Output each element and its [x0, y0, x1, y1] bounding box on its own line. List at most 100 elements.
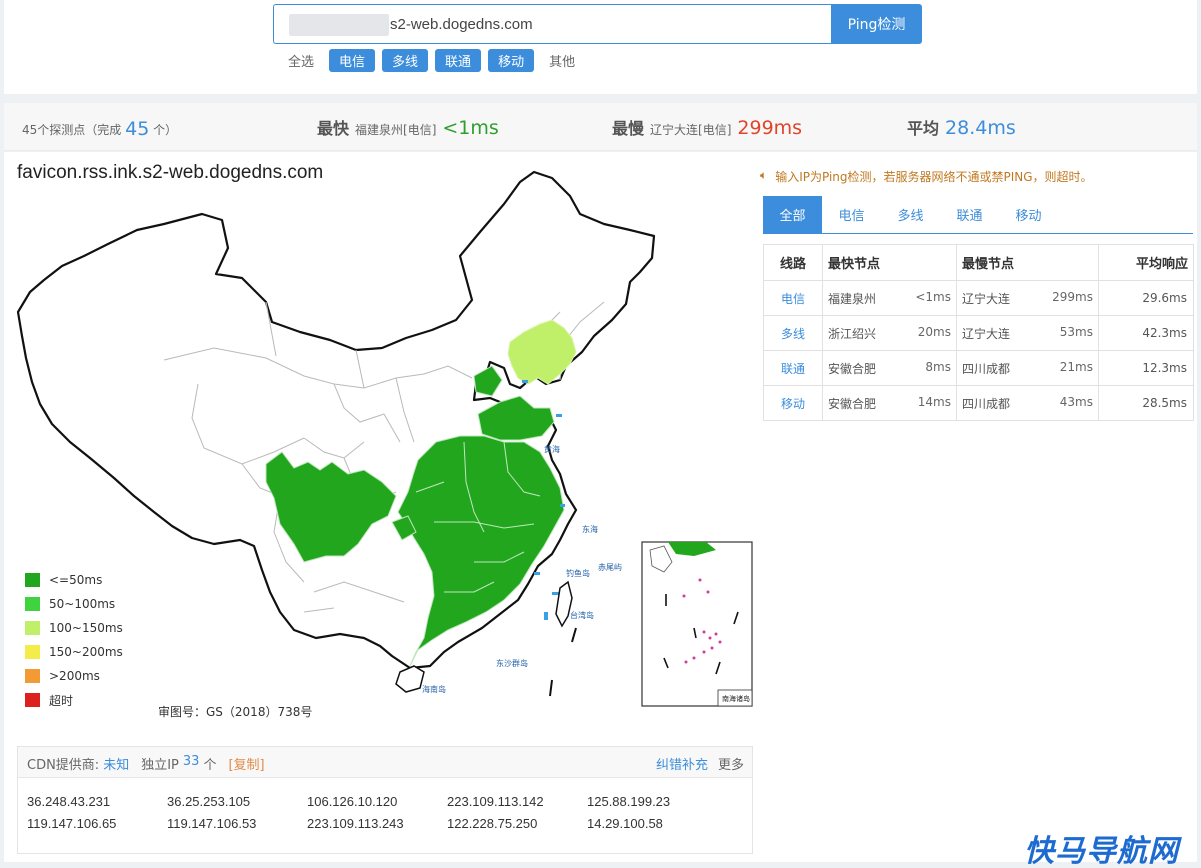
filter-chip-multiline[interactable]: 多线: [382, 49, 429, 72]
fastest-node: 安徽合肥: [828, 396, 877, 411]
search-bar: s2-web.dogedns.com Ping检测: [273, 4, 922, 44]
ip-list: 36.248.43.231 36.25.253.105 106.126.10.1…: [27, 794, 727, 831]
ping-notice: 🔈︎ 输入IP为Ping检测，若服务器网络不通或禁PING，则超时。: [760, 168, 1093, 185]
filter-select-all[interactable]: 全选: [280, 49, 322, 72]
slowest-label: 最慢: [612, 119, 645, 138]
isp-result-table: 线路 最快节点 最慢节点 平均响应 电信 福建泉州 <1ms 辽宁大连 299ms …: [763, 244, 1194, 421]
fastest-location: 福建泉州[电信]: [355, 123, 437, 137]
slowest-ms: 299ms: [1052, 289, 1093, 304]
col-line: 线路: [763, 244, 823, 281]
slowest-ms: 43ms: [1059, 394, 1093, 409]
island-label-hainan: 海南岛: [422, 684, 446, 694]
sea-label-yellow: 黄海: [544, 444, 560, 454]
tab-multiline[interactable]: 多线: [881, 196, 940, 233]
cdn-provider-value[interactable]: 未知: [103, 754, 129, 773]
filter-chip-unicom[interactable]: 联通: [435, 49, 482, 72]
ip-item: 119.147.106.65: [27, 816, 117, 831]
row-average: 42.3ms: [1098, 315, 1194, 351]
row-line-link[interactable]: 多线: [763, 315, 823, 351]
inset-label: 南海诸岛: [722, 694, 750, 703]
slowest-ms: 21ms: [1059, 359, 1093, 374]
slowest-node: 辽宁大连: [962, 326, 1011, 341]
slowest-ms: 53ms: [1059, 324, 1093, 339]
legend-label: >200ms: [49, 669, 100, 683]
legend-swatch: [25, 597, 40, 611]
isp-filter-group: 全选 电信 多线 联通 移动 其他: [280, 49, 583, 72]
ping-button[interactable]: Ping检测: [831, 4, 922, 44]
slowest-value: 299ms: [737, 117, 803, 139]
slowest-stat: 最慢 辽宁大连[电信] 299ms: [612, 115, 802, 139]
island-label-dongsha: 东沙群岛: [496, 658, 528, 668]
legend-label: <=50ms: [49, 573, 103, 587]
nine-dash-line: [549, 627, 577, 697]
row-fastest: 安徽合肥 8ms: [822, 350, 957, 386]
row-slowest: 辽宁大连 299ms: [956, 280, 1099, 316]
col-fastest: 最快节点: [822, 244, 957, 281]
table-row: 电信 福建泉州 <1ms 辽宁大连 299ms 29.6ms: [763, 280, 1194, 316]
cdn-info: CDN提供商: 未知 独立IP 33 个 [复制]: [27, 754, 265, 773]
ip-item: 106.126.10.120: [307, 794, 398, 809]
probe-count-prefix: 45个探测点（完成: [22, 123, 122, 137]
ip-item: 125.88.199.23: [587, 794, 671, 809]
fastest-label: 最快: [317, 119, 350, 138]
search-panel: s2-web.dogedns.com Ping检测 全选 电信 多线 联通 移动…: [4, 0, 1197, 94]
speaker-icon: 🔈︎: [760, 168, 768, 182]
legend-swatch: [25, 693, 40, 707]
result-panel: 黄海 东海 台湾岛 东沙群岛 海南岛 钓鱼岛 赤尾屿 南海诸岛 favicon.…: [4, 152, 1197, 862]
legend-item: 超时: [25, 688, 123, 712]
filter-other[interactable]: 其他: [541, 49, 583, 72]
average-value: 28.4ms: [945, 117, 1016, 139]
row-fastest: 福建泉州 <1ms: [822, 280, 957, 316]
more-link[interactable]: 更多: [718, 754, 744, 773]
copy-ips-button[interactable]: [复制]: [228, 754, 264, 773]
island-label-chiwei: 赤尾屿: [598, 563, 622, 572]
island-label-taiwan: 台湾岛: [570, 610, 594, 620]
col-average: 平均响应: [1098, 244, 1194, 281]
unique-ip-label: 独立IP: [141, 758, 179, 773]
tab-telecom[interactable]: 电信: [822, 196, 881, 233]
legend-label: 50~100ms: [49, 597, 116, 611]
ip-item: 36.25.253.105: [167, 794, 251, 809]
correct-link[interactable]: 纠错补充: [656, 754, 708, 773]
row-slowest: 辽宁大连 53ms: [956, 315, 1099, 351]
map-title: favicon.rss.ink.s2-web.dogedns.com: [17, 162, 324, 183]
slowest-node: 四川成都: [962, 361, 1011, 376]
tab-all[interactable]: 全部: [763, 196, 822, 233]
row-line-link[interactable]: 电信: [763, 280, 823, 316]
fastest-value: <1ms: [442, 117, 499, 139]
site-watermark: 快马导航网: [1024, 834, 1179, 868]
notice-text: 输入IP为Ping检测，若服务器网络不通或禁PING，则超时。: [775, 170, 1093, 184]
row-line-link[interactable]: 移动: [763, 385, 823, 421]
tab-unicom[interactable]: 联通: [940, 196, 999, 233]
slowest-node: 辽宁大连: [962, 291, 1011, 306]
probe-count-number: 45: [125, 118, 150, 140]
ip-item: 223.109.113.142: [447, 794, 544, 809]
filter-chip-telecom[interactable]: 电信: [329, 49, 376, 72]
legend-item: >200ms: [25, 664, 123, 688]
slowest-location: 辽宁大连[电信]: [650, 123, 732, 137]
row-fastest: 安徽合肥 14ms: [822, 385, 957, 421]
filter-chip-mobile[interactable]: 移动: [488, 49, 535, 72]
cdn-provider-label: CDN提供商:: [27, 758, 100, 773]
legend-label: 150~200ms: [49, 645, 123, 659]
region-hainan: [395, 665, 425, 693]
tab-mobile[interactable]: 移动: [999, 196, 1058, 233]
probe-count: 45个探测点（完成 45 个）: [22, 117, 178, 140]
fastest-ms: 20ms: [917, 324, 951, 339]
fastest-ms: 14ms: [917, 394, 951, 409]
table-header-row: 线路 最快节点 最慢节点 平均响应: [763, 244, 1194, 281]
south-china-sea-inset: 南海诸岛: [641, 541, 753, 707]
legend-swatch: [25, 573, 40, 587]
sea-label-east: 东海: [582, 524, 598, 534]
legend-label: 超时: [49, 693, 74, 708]
legend-swatch: [25, 669, 40, 683]
legend-label: 100~150ms: [49, 621, 123, 635]
cdn-panel: CDN提供商: 未知 独立IP 33 个 [复制] 纠错补充 更多 36.248…: [17, 746, 753, 854]
probe-count-suffix: 个）: [153, 123, 178, 137]
legend-swatch: [25, 645, 40, 659]
row-fastest: 浙江绍兴 20ms: [822, 315, 957, 351]
cdn-header: CDN提供商: 未知 独立IP 33 个 [复制] 纠错补充 更多: [18, 747, 752, 778]
host-input[interactable]: s2-web.dogedns.com: [273, 4, 831, 44]
row-average: 29.6ms: [1098, 280, 1194, 316]
row-line-link[interactable]: 联通: [763, 350, 823, 386]
